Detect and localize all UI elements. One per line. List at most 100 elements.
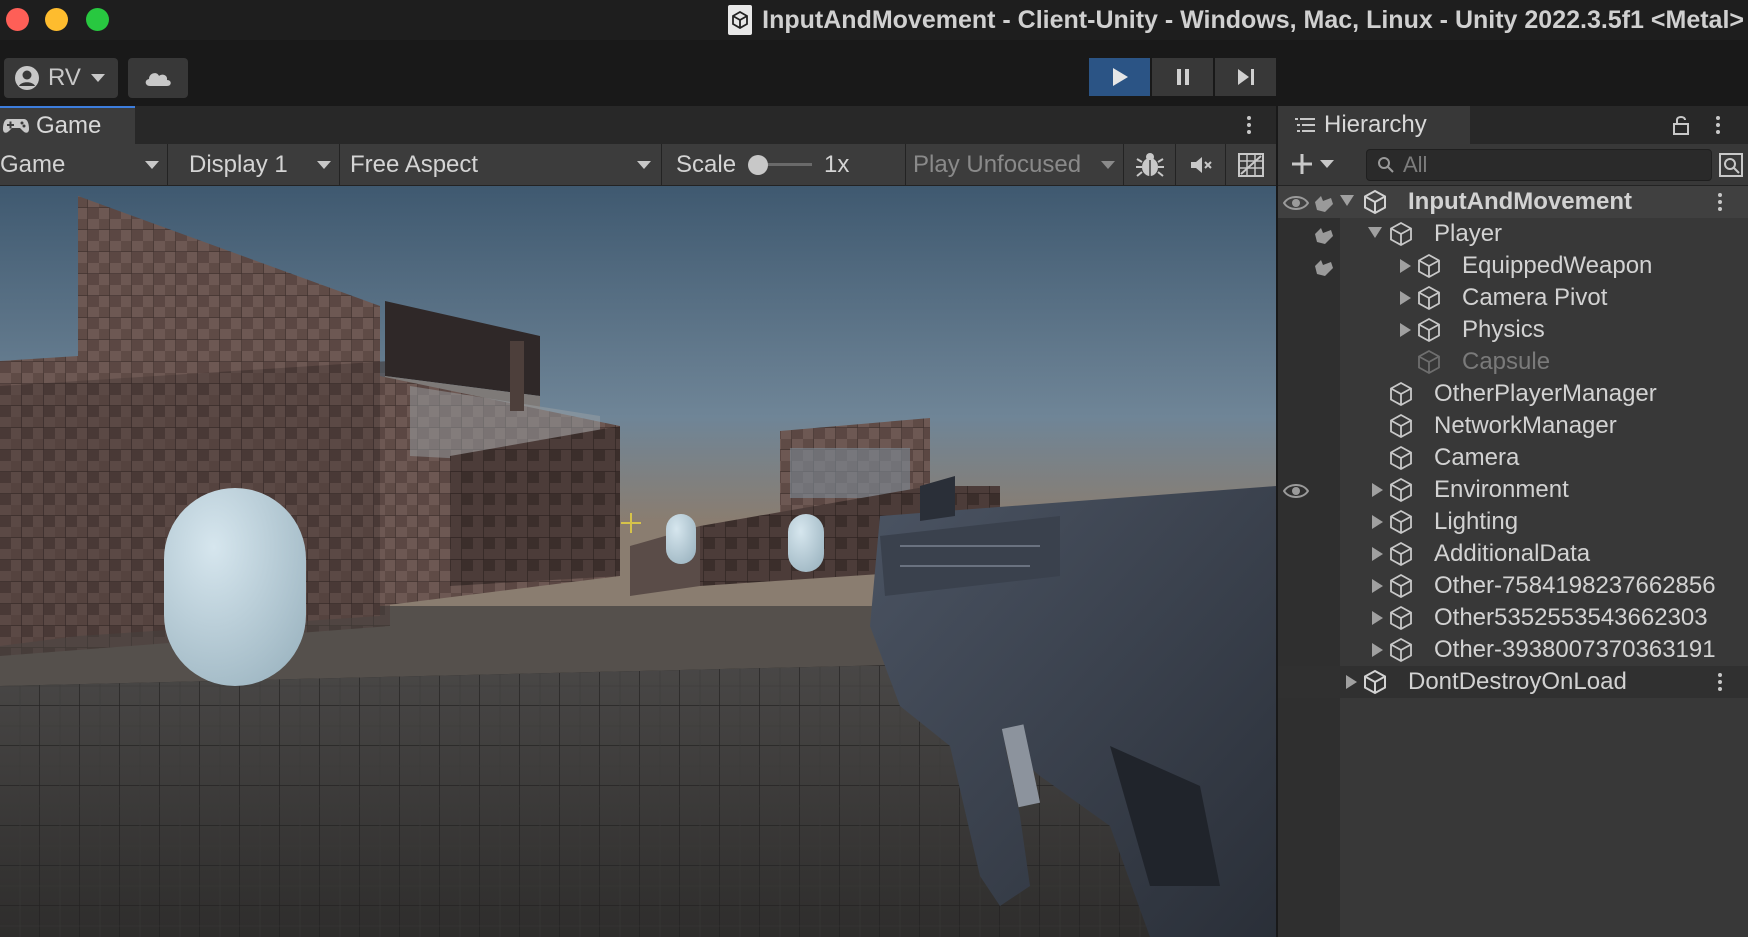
hierarchy-item-other-player[interactable]: Other5352553543662303 xyxy=(1278,602,1748,634)
display-dropdown[interactable]: Display 1 xyxy=(168,144,340,185)
hierarchy-menu-icon[interactable] xyxy=(1716,116,1720,134)
pickable-hand-icon[interactable] xyxy=(1311,224,1337,246)
hierarchy-item-label: Player xyxy=(1434,220,1503,247)
mute-icon xyxy=(1190,156,1212,173)
hierarchy-item-physics[interactable]: Physics xyxy=(1278,314,1748,346)
bug-icon xyxy=(1135,152,1164,177)
hierarchy-item-lighting[interactable]: Lighting xyxy=(1278,506,1748,538)
hierarchy-scene-row[interactable]: DontDestroyOnLoad xyxy=(1278,666,1748,698)
hierarchy-item-player[interactable]: Player xyxy=(1278,218,1748,250)
stats-bug-button[interactable] xyxy=(1124,144,1176,185)
hierarchy-item-otherplayermanager[interactable]: OtherPlayerManager xyxy=(1278,378,1748,410)
hidden-eye-icon[interactable] xyxy=(1283,480,1309,502)
hierarchy-item-other-player[interactable]: Other-3938007370363191 xyxy=(1278,634,1748,666)
hierarchy-item-label: InputAndMovement xyxy=(1408,188,1632,215)
hierarchy-item-networkmanager[interactable]: NetworkManager xyxy=(1278,410,1748,442)
scale-label: Scale xyxy=(676,150,737,178)
pickable-hand-icon[interactable] xyxy=(1311,192,1337,214)
scale-slider-handle[interactable] xyxy=(748,155,768,175)
hierarchy-item-label: DontDestroyOnLoad xyxy=(1408,668,1627,695)
hierarchy-item-equippedweapon[interactable]: EquippedWeapon xyxy=(1278,250,1748,282)
play-focus-dropdown[interactable]: Play Unfocused xyxy=(906,144,1124,185)
hierarchy-panel: Hierarchy All InputAndMovement Player Eq… xyxy=(1278,106,1748,937)
scale-slider[interactable] xyxy=(748,155,812,175)
hierarchy-item-label: AdditionalData xyxy=(1434,540,1591,567)
chevron-down-icon xyxy=(637,161,651,169)
tab-game[interactable]: Game xyxy=(0,106,135,144)
hierarchy-search-input[interactable]: All xyxy=(1366,149,1712,181)
lock-icon[interactable] xyxy=(1672,114,1690,136)
expand-arrow-icon[interactable] xyxy=(1400,291,1411,305)
tab-hierarchy[interactable]: Hierarchy xyxy=(1278,106,1470,144)
unity-scene-icon xyxy=(1364,669,1386,695)
hierarchy-item-label: Environment xyxy=(1434,476,1569,503)
expand-arrow-icon[interactable] xyxy=(1400,323,1411,337)
chevron-down-icon xyxy=(317,161,331,169)
gameobject-cube-icon xyxy=(1390,541,1412,567)
hierarchy-item-environment[interactable]: Environment xyxy=(1278,474,1748,506)
gizmos-button[interactable] xyxy=(1226,144,1276,185)
game-panel: Game Game Display 1 Free Aspect Scale 1x… xyxy=(0,106,1276,937)
list-icon xyxy=(1295,118,1315,132)
hierarchy-item-camera-pivot[interactable]: Camera Pivot xyxy=(1278,282,1748,314)
aspect-dropdown[interactable]: Free Aspect xyxy=(340,144,662,185)
hierarchy-item-label: Capsule xyxy=(1462,348,1551,375)
hierarchy-item-label: Lighting xyxy=(1434,508,1519,535)
game-render xyxy=(0,186,1276,937)
close-window-button[interactable] xyxy=(6,8,29,31)
chevron-down-icon xyxy=(1320,160,1334,168)
pickable-hand-icon[interactable] xyxy=(1311,256,1337,278)
pause-button[interactable] xyxy=(1152,58,1213,96)
expand-arrow-icon[interactable] xyxy=(1368,227,1382,238)
minimize-window-button[interactable] xyxy=(45,8,68,31)
scene-menu-icon[interactable] xyxy=(1718,673,1722,691)
expand-arrow-icon[interactable] xyxy=(1372,643,1383,657)
cloud-icon xyxy=(145,73,171,86)
tab-game-label: Game xyxy=(36,112,102,139)
hierarchy-item-label: EquippedWeapon xyxy=(1462,252,1653,279)
create-dropdown[interactable] xyxy=(1290,152,1334,176)
scene-search-toggle-icon[interactable] xyxy=(1718,152,1744,178)
account-dropdown[interactable]: RV xyxy=(4,58,118,98)
hierarchy-item-additionaldata[interactable]: AdditionalData xyxy=(1278,538,1748,570)
gameobject-cube-icon xyxy=(1390,573,1412,599)
chevron-down-icon xyxy=(145,161,159,169)
play-focus-label: Play Unfocused xyxy=(913,150,1082,178)
display-label: Display 1 xyxy=(189,150,288,178)
expand-arrow-icon[interactable] xyxy=(1372,483,1383,497)
cloud-button[interactable] xyxy=(128,58,188,98)
gameobject-cube-icon xyxy=(1390,509,1412,535)
game-mode-dropdown[interactable]: Game xyxy=(0,144,168,185)
account-icon xyxy=(15,66,39,90)
title-bar: InputAndMovement - Client-Unity - Window… xyxy=(0,0,1748,40)
expand-arrow-icon[interactable] xyxy=(1346,675,1357,689)
eye-icon[interactable] xyxy=(1283,192,1309,214)
play-button[interactable] xyxy=(1089,58,1150,96)
expand-arrow-icon[interactable] xyxy=(1340,195,1354,206)
gameobject-cube-icon xyxy=(1390,221,1412,247)
game-panel-menu-icon[interactable] xyxy=(1247,116,1251,134)
expand-arrow-icon[interactable] xyxy=(1372,515,1383,529)
hierarchy-toolbar: All xyxy=(1278,144,1748,186)
step-button[interactable] xyxy=(1215,58,1276,96)
gameobject-cube-icon xyxy=(1390,381,1412,407)
expand-arrow-icon[interactable] xyxy=(1372,611,1383,625)
mute-audio-button[interactable] xyxy=(1176,144,1226,185)
hierarchy-item-label: Other-3938007370363191 xyxy=(1434,636,1716,663)
scene-menu-icon[interactable] xyxy=(1718,193,1722,211)
zoom-window-button[interactable] xyxy=(86,8,109,31)
grid-icon xyxy=(1238,152,1264,177)
gameobject-cube-icon xyxy=(1390,445,1412,471)
hierarchy-item-camera[interactable]: Camera xyxy=(1278,442,1748,474)
expand-arrow-icon[interactable] xyxy=(1372,579,1383,593)
game-mode-label: Game xyxy=(0,150,66,178)
game-viewport[interactable] xyxy=(0,186,1276,937)
expand-arrow-icon[interactable] xyxy=(1400,259,1411,273)
hierarchy-scene-row[interactable]: InputAndMovement xyxy=(1278,186,1748,218)
hierarchy-item-capsule[interactable]: Capsule xyxy=(1278,346,1748,378)
expand-arrow-icon[interactable] xyxy=(1372,547,1383,561)
plus-icon xyxy=(1292,154,1312,174)
hierarchy-item-label: Physics xyxy=(1462,316,1545,343)
hierarchy-item-other-player[interactable]: Other-7584198237662856 xyxy=(1278,570,1748,602)
gameobject-cube-icon xyxy=(1390,605,1412,631)
